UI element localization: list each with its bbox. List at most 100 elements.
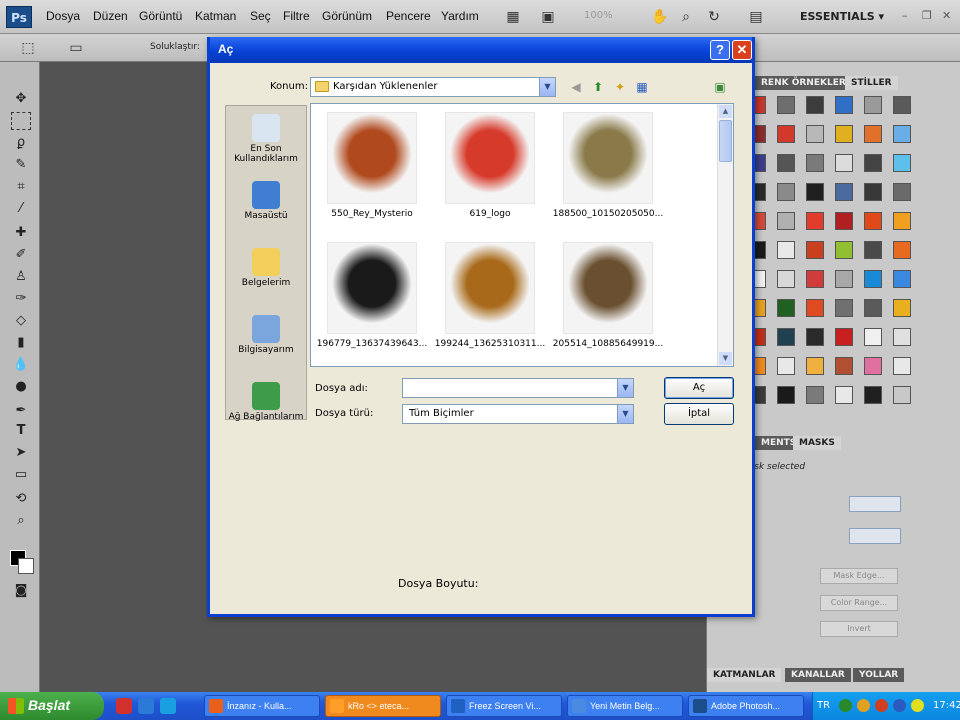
style-swatch[interactable]: [835, 357, 853, 375]
places-item[interactable]: Bilgisayarım: [226, 315, 306, 355]
places-item[interactable]: Masaüstü: [226, 181, 306, 221]
restore-icon[interactable]: ❐: [922, 9, 932, 22]
zoom-tool-icon-left[interactable]: ⌕: [11, 512, 31, 530]
style-swatch[interactable]: [864, 154, 882, 172]
style-swatch[interactable]: [777, 299, 795, 317]
style-swatch[interactable]: [806, 96, 824, 114]
style-swatch[interactable]: [777, 96, 795, 114]
type-tool-icon[interactable]: T: [11, 422, 31, 440]
bridge-icon[interactable]: ▦: [503, 7, 523, 27]
style-swatch[interactable]: [777, 212, 795, 230]
style-swatch[interactable]: [777, 386, 795, 404]
style-swatch[interactable]: [835, 125, 853, 143]
path-selection-tool-icon[interactable]: ➤: [11, 444, 31, 462]
style-swatch[interactable]: [806, 154, 824, 172]
menu-sec[interactable]: Seç: [250, 9, 271, 23]
style-swatch[interactable]: [893, 386, 911, 404]
invert-button[interactable]: Invert: [820, 621, 898, 637]
style-swatch[interactable]: [864, 96, 882, 114]
back-icon[interactable]: ◀: [568, 79, 584, 95]
menu-pencere[interactable]: Pencere: [386, 9, 431, 23]
style-swatch[interactable]: [893, 154, 911, 172]
tab-layers[interactable]: KATMANLAR: [707, 668, 782, 682]
crop-tool-icon[interactable]: ⌗: [11, 178, 31, 196]
open-button[interactable]: Aç: [664, 377, 734, 399]
style-swatch[interactable]: [864, 328, 882, 346]
menu-gorunum[interactable]: Görünüm: [322, 9, 372, 23]
file-thumbnail[interactable]: 550_Rey_Mysterio: [313, 112, 431, 219]
tab-channels[interactable]: KANALLAR: [785, 668, 851, 682]
taskbar-button[interactable]: Adobe Photosh...: [688, 695, 804, 717]
close-button[interactable]: ✕: [732, 40, 752, 60]
quicklaunch-desktop-icon[interactable]: [160, 698, 176, 714]
file-thumbnail[interactable]: 205514_10885649919...: [549, 242, 667, 349]
taskbar-button[interactable]: Yeni Metin Belg...: [567, 695, 683, 717]
scroll-down-icon[interactable]: ▼: [719, 352, 732, 365]
menu-yardim[interactable]: Yardım: [441, 9, 479, 23]
cancel-button[interactable]: İptal: [664, 403, 734, 425]
view-extras-icon[interactable]: ▣: [538, 7, 558, 27]
style-swatch[interactable]: [806, 386, 824, 404]
taskbar-button[interactable]: Freez Screen Vi...: [446, 695, 562, 717]
workspace-switcher[interactable]: ESSENTIALS ▾: [800, 10, 884, 23]
zoom-tool-icon[interactable]: ⌕: [676, 7, 696, 27]
menu-duzen[interactable]: Düzen: [93, 9, 128, 23]
style-swatch[interactable]: [864, 357, 882, 375]
filename-input[interactable]: ▼: [402, 378, 634, 398]
3d-rotate-tool-icon[interactable]: ⟲: [11, 490, 31, 508]
zoom-level[interactable]: 100%: [584, 10, 613, 21]
places-item[interactable]: En Son Kullandıklarım: [226, 114, 306, 164]
style-swatch[interactable]: [893, 183, 911, 201]
style-swatch[interactable]: [893, 125, 911, 143]
style-swatch[interactable]: [893, 299, 911, 317]
tab-paths[interactable]: YOLLAR: [853, 668, 905, 682]
style-swatch[interactable]: [806, 125, 824, 143]
style-swatch[interactable]: [777, 270, 795, 288]
close-icon[interactable]: ✕: [942, 9, 951, 22]
style-swatch[interactable]: [806, 212, 824, 230]
taskbar-button[interactable]: kRo <> eteca...: [325, 695, 441, 717]
style-swatch[interactable]: [864, 386, 882, 404]
mask-edge-button[interactable]: Mask Edge...: [820, 568, 898, 584]
tab-masks[interactable]: MASKS: [793, 436, 841, 450]
style-swatch[interactable]: [835, 386, 853, 404]
marquee-tool-icon[interactable]: [11, 112, 31, 130]
style-swatch[interactable]: [864, 299, 882, 317]
style-swatch[interactable]: [777, 183, 795, 201]
menu-katman[interactable]: Katman: [195, 9, 236, 23]
quicklaunch-opera-icon[interactable]: [116, 698, 132, 714]
vertical-scrollbar[interactable]: ▲ ▼: [717, 104, 733, 366]
arrange-documents-icon[interactable]: ▤: [746, 7, 766, 27]
new-folder-icon[interactable]: ✦: [612, 79, 628, 95]
style-swatch[interactable]: [835, 183, 853, 201]
move-tool-icon[interactable]: ✥: [11, 90, 31, 108]
tab-styles[interactable]: STİLLER: [845, 76, 898, 90]
feather-field[interactable]: [849, 528, 901, 544]
style-swatch[interactable]: [806, 270, 824, 288]
places-item[interactable]: Ağ Bağlantılarım: [226, 382, 306, 422]
pen-tool-icon[interactable]: ✒: [11, 402, 31, 420]
location-dropdown[interactable]: Karşıdan Yüklenenler ▼: [310, 77, 556, 97]
style-swatch[interactable]: [806, 183, 824, 201]
menu-filtre[interactable]: Filtre: [283, 9, 310, 23]
gradient-tool-icon[interactable]: ▮: [11, 334, 31, 352]
adobe-dialog-icon[interactable]: ▣: [712, 79, 728, 95]
brush-tool-icon[interactable]: ✐: [11, 246, 31, 264]
file-thumbnail[interactable]: 199244_13625310311...: [431, 242, 549, 349]
help-button[interactable]: ?: [710, 40, 730, 60]
style-swatch[interactable]: [893, 357, 911, 375]
tab-swatches[interactable]: RENK ÖRNEKLERİ: [755, 76, 856, 90]
clone-stamp-tool-icon[interactable]: ♙: [11, 268, 31, 286]
style-swatch[interactable]: [806, 241, 824, 259]
style-swatch[interactable]: [864, 183, 882, 201]
view-menu-icon[interactable]: ▦: [634, 79, 650, 95]
places-item[interactable]: Belgelerim: [226, 248, 306, 288]
chevron-down-icon[interactable]: ▼: [617, 379, 633, 397]
tray-antivirus-icon[interactable]: [875, 699, 888, 712]
style-swatch[interactable]: [893, 328, 911, 346]
style-swatch[interactable]: [835, 270, 853, 288]
style-swatch[interactable]: [835, 299, 853, 317]
style-swatch[interactable]: [864, 125, 882, 143]
tray-messenger-icon[interactable]: [857, 699, 870, 712]
marquee-preset-icon[interactable]: ⬚: [18, 38, 38, 58]
